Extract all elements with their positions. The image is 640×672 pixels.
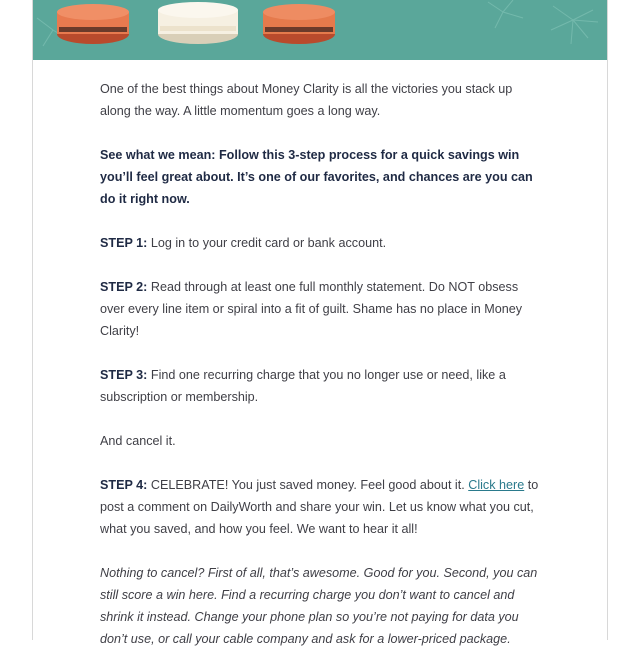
step-1: STEP 1: Log in to your credit card or ba…	[100, 232, 545, 254]
cancel-line: And cancel it.	[100, 434, 176, 448]
step-4: STEP 4: CELEBRATE! You just saved money.…	[100, 474, 545, 540]
intro-paragraph: One of the best things about Money Clari…	[100, 82, 513, 118]
lead-paragraph: See what we mean: Follow this 3-step pro…	[100, 148, 533, 206]
macaron-orange	[57, 4, 129, 44]
step-2-text: Read through at least one full monthly s…	[100, 280, 523, 338]
macarons-image	[33, 0, 607, 60]
step-2-label: STEP 2:	[100, 280, 148, 294]
email-body: One of the best things about Money Clari…	[32, 0, 608, 646]
macaron-orange-2	[263, 4, 335, 44]
step-1-text: Log in to your credit card or bank accou…	[147, 236, 387, 250]
step-2: STEP 2: Read through at least one full m…	[100, 276, 545, 342]
step-3-text: Find one recurring charge that you no lo…	[100, 368, 506, 404]
hero-banner	[33, 0, 607, 60]
step-3: STEP 3: Find one recurring charge that y…	[100, 364, 545, 408]
step-4-label: STEP 4:	[100, 478, 148, 492]
click-here-link[interactable]: Click here	[468, 478, 524, 492]
step-1-label: STEP 1:	[100, 236, 148, 250]
macaron-cream	[158, 2, 238, 44]
step-3-label: STEP 3:	[100, 368, 148, 382]
email-content: One of the best things about Money Clari…	[100, 78, 545, 672]
footnote-paragraph: Nothing to cancel? First of all, that’s …	[100, 566, 538, 646]
step-4-text-before: CELEBRATE! You just saved money. Feel go…	[147, 478, 469, 492]
